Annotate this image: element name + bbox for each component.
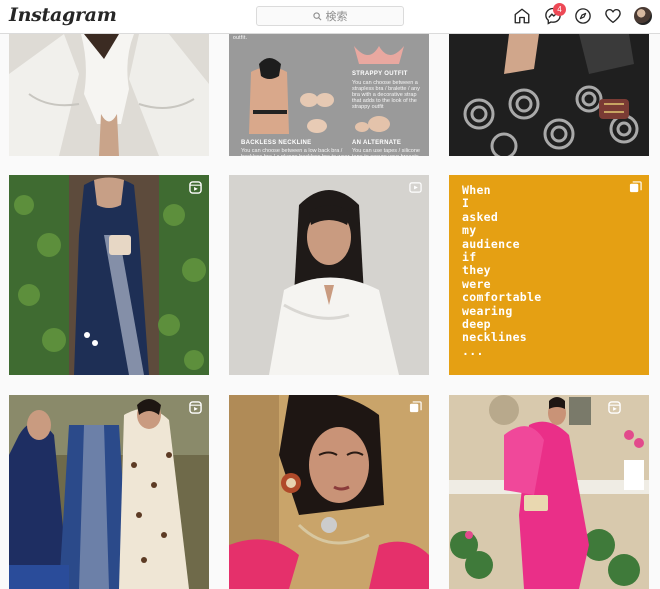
post-thumbnail-3[interactable] <box>449 34 649 156</box>
infographic-text: You can choose between a low back bra / … <box>241 148 350 156</box>
search-input[interactable]: 検索 <box>256 6 404 26</box>
infographic-text: You can use tapes / silicone tape to sec… <box>352 148 420 156</box>
top-navigation-bar: Instagram 検索 4 <box>0 0 660 34</box>
quote-line: audience <box>462 236 520 251</box>
post-thumbnail-9[interactable] <box>449 395 649 589</box>
infographic-text: outfit. <box>233 35 248 41</box>
direct-messages-icon[interactable]: 4 <box>544 3 566 25</box>
quote-line: deep <box>462 317 491 332</box>
reels-icon <box>189 401 202 414</box>
quote-line: were <box>462 276 491 291</box>
quote-line: comfortable <box>462 290 542 305</box>
infographic-heading: STRAPPY OUTFIT <box>352 71 408 77</box>
post-image <box>449 395 649 589</box>
post-thumbnail-2[interactable]: outfit. STRAPPY OUTFIT You can choose be… <box>229 34 429 156</box>
post-thumbnail-7[interactable] <box>9 395 209 589</box>
quote-line: my <box>462 223 477 238</box>
carousel-icon <box>629 181 642 193</box>
post-thumbnail-4[interactable] <box>9 175 209 375</box>
post-thumbnail-8[interactable] <box>229 395 429 589</box>
quote-line: When <box>462 183 491 197</box>
search-icon <box>312 11 321 20</box>
quote-line: ... <box>462 343 484 358</box>
post-image <box>229 175 429 375</box>
home-icon[interactable] <box>513 7 531 25</box>
quote-text: When I asked my audience if they were co… <box>462 183 542 358</box>
quote-line: if <box>462 250 477 265</box>
explore-compass-icon[interactable] <box>574 7 592 25</box>
carousel-icon <box>409 401 422 413</box>
infographic-heading: BACKLESS NECKLINE <box>241 140 312 146</box>
post-thumbnail-1[interactable] <box>9 34 209 156</box>
post-image <box>9 34 209 156</box>
post-image <box>229 395 429 589</box>
infographic-text: You can choose between a strapless bra /… <box>352 80 420 110</box>
post-thumbnail-6[interactable]: When I asked my audience if they were co… <box>449 175 649 375</box>
notification-badge: 4 <box>553 3 566 16</box>
profile-avatar[interactable] <box>634 7 652 25</box>
post-thumbnail-5[interactable] <box>229 175 429 375</box>
reels-icon <box>189 181 202 194</box>
infographic-heading: AN ALTERNATE <box>352 140 402 146</box>
post-image <box>9 175 209 375</box>
quote-line: asked <box>462 209 499 224</box>
quote-line: I <box>462 196 470 211</box>
quote-line: they <box>462 263 491 278</box>
heart-icon[interactable] <box>604 7 622 25</box>
post-image <box>9 395 209 589</box>
post-image <box>449 34 649 156</box>
video-icon <box>409 182 422 193</box>
instagram-logo[interactable]: Instagram <box>9 4 117 26</box>
quote-line: wearing <box>462 303 513 318</box>
quote-line: necklines <box>462 330 528 345</box>
reels-icon <box>608 401 621 414</box>
search-placeholder: 検索 <box>325 11 348 23</box>
